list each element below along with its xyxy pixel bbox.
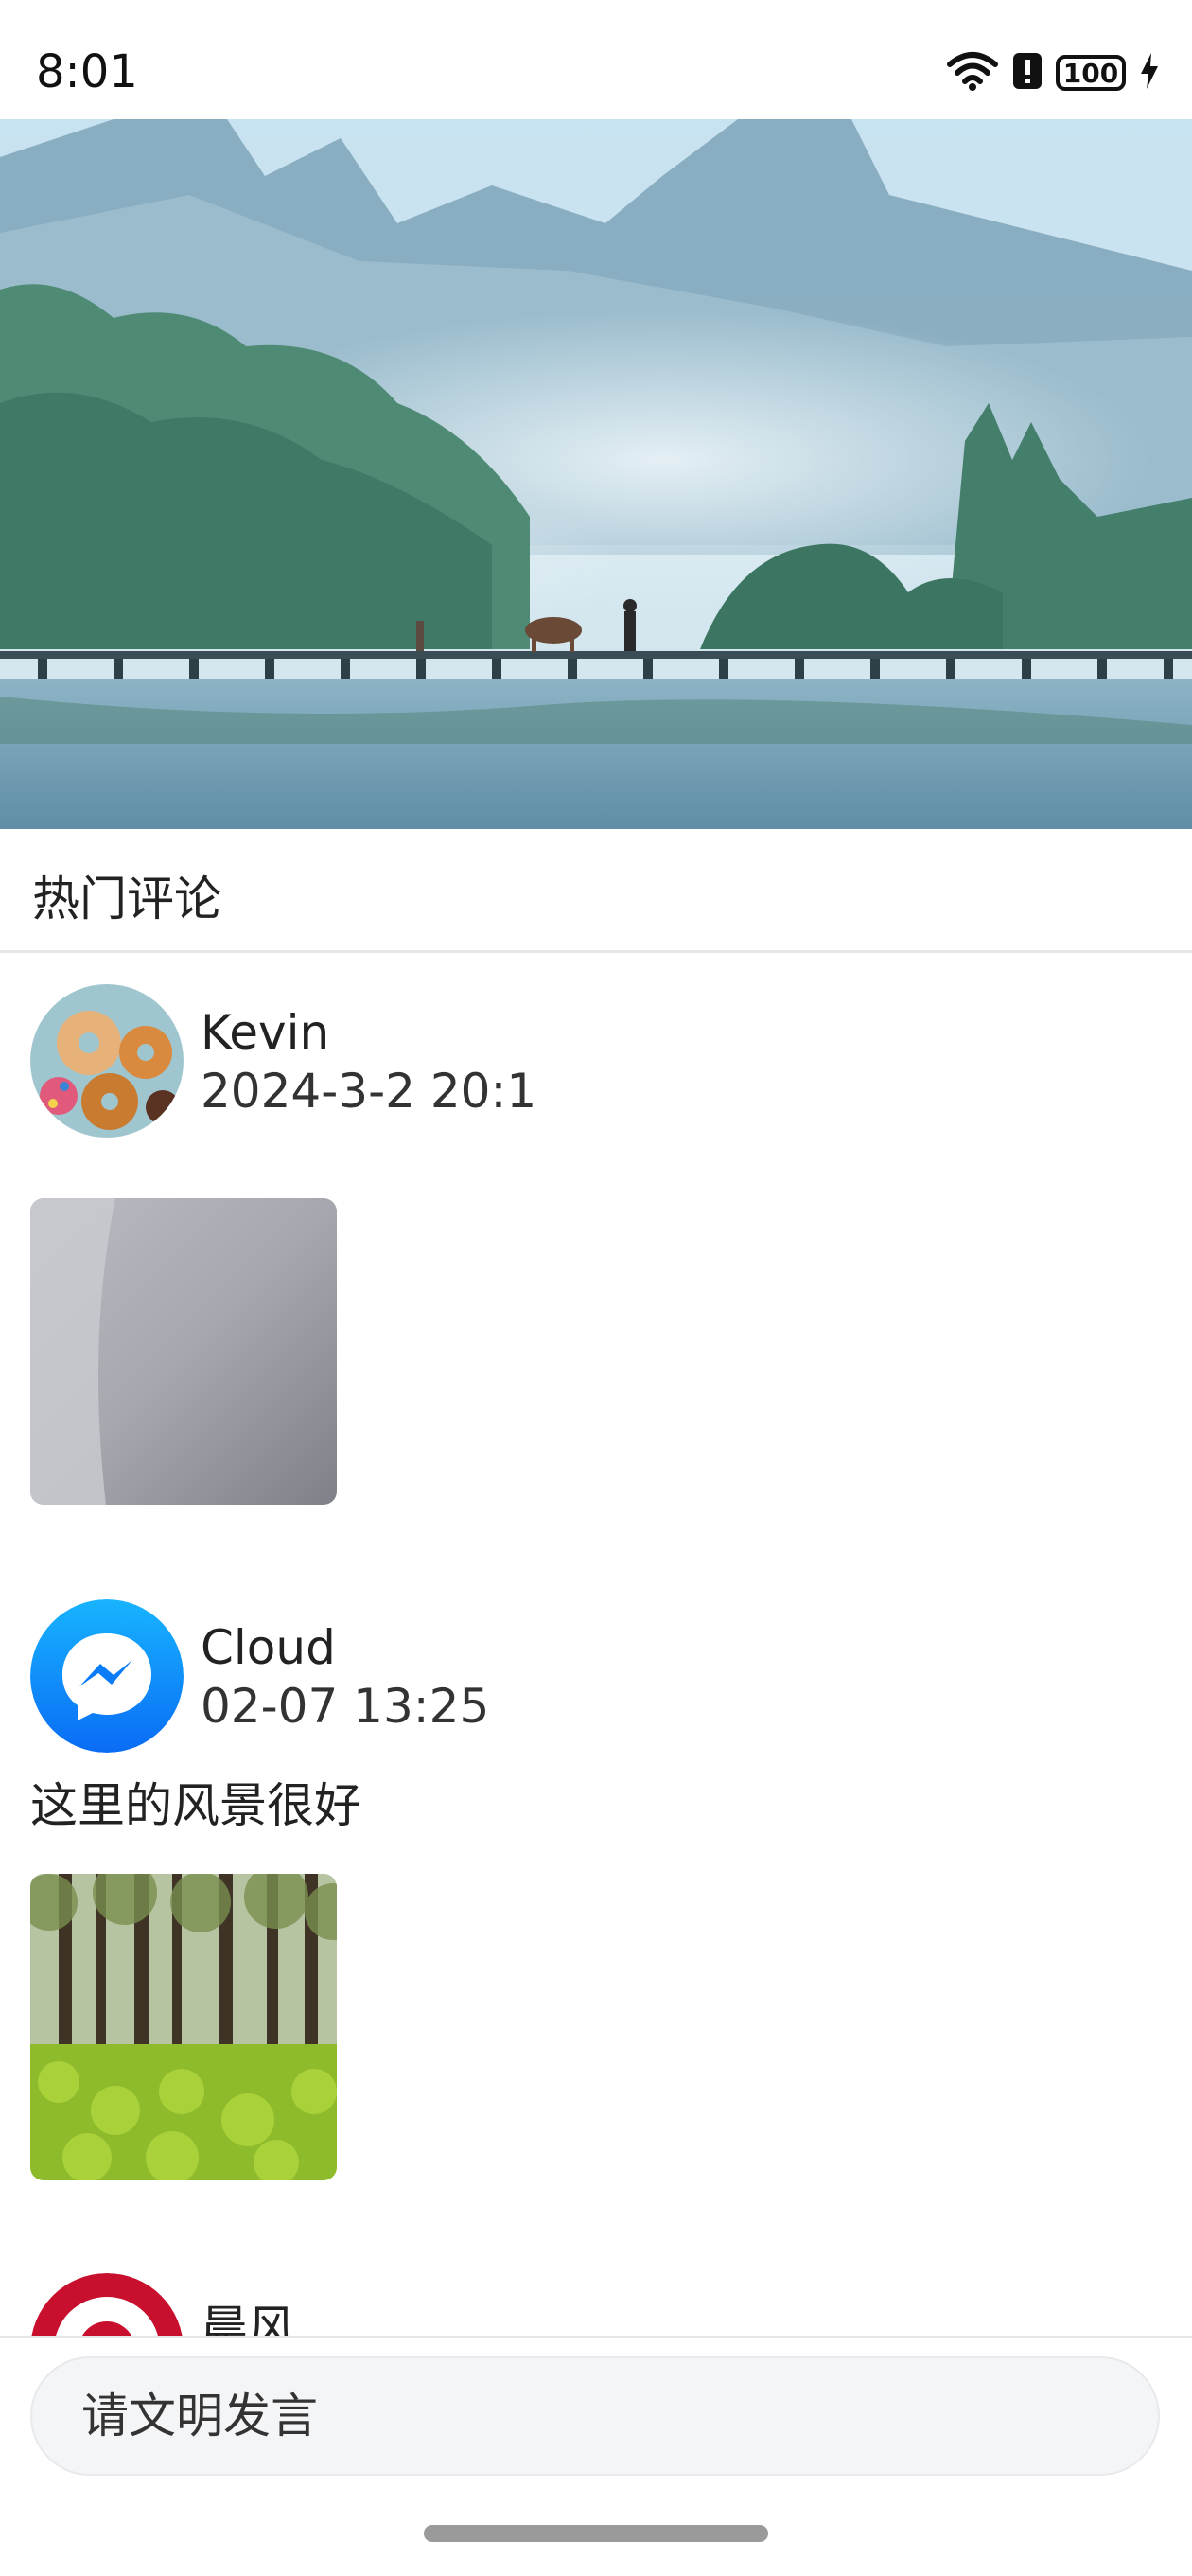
battery-icon: 100 — [1056, 55, 1126, 91]
status-bar: 8:01 100 — [0, 0, 1192, 119]
status-time: 8:01 — [36, 45, 138, 98]
home-indicator[interactable] — [424, 2525, 768, 2542]
comment-input[interactable]: 请文明发言 — [30, 2356, 1160, 2476]
status-icons: 100 — [946, 51, 1160, 95]
section-divider — [0, 950, 1192, 953]
comment-author: Kevin — [201, 1005, 330, 1060]
comment-time: 02-07 13:25 — [201, 1679, 490, 1734]
hero-landscape-image — [0, 119, 1192, 829]
section-title: 热门评论 — [32, 872, 221, 926]
charging-icon — [1139, 51, 1160, 95]
donuts-avatar[interactable] — [30, 984, 184, 1138]
alert-icon — [1012, 51, 1043, 95]
comment-input-bar: 请文明发言 — [0, 2336, 1192, 2576]
comment-photo[interactable] — [30, 1874, 337, 2180]
comment-text: 这里的风景很好 — [30, 1778, 361, 1833]
comment-photo[interactable] — [30, 1198, 337, 1505]
comment-author: Cloud — [201, 1620, 336, 1675]
comment-time: 2024-3-2 20:1 — [201, 1064, 537, 1119]
wifi-icon — [946, 51, 999, 95]
messenger-avatar[interactable] — [30, 1599, 184, 1753]
